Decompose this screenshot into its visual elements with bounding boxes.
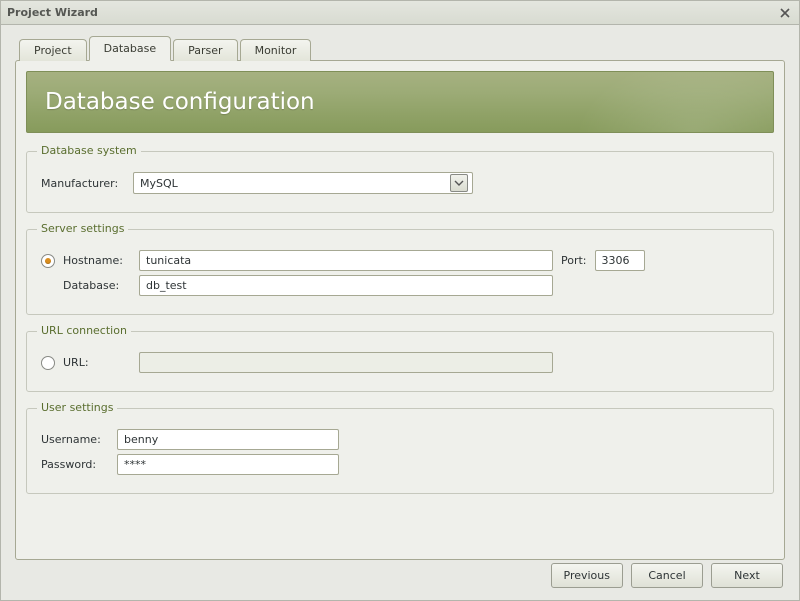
url-input[interactable] xyxy=(139,352,553,373)
manufacturer-select[interactable]: MySQL xyxy=(133,172,473,194)
radio-url-connection[interactable] xyxy=(41,356,55,370)
tab-bar: Project Database Parser Monitor xyxy=(15,35,785,60)
tab-parser[interactable]: Parser xyxy=(173,39,237,61)
group-title-server-settings: Server settings xyxy=(37,222,128,235)
next-button[interactable]: Next xyxy=(711,563,783,588)
username-input[interactable] xyxy=(117,429,339,450)
project-wizard-window: Project Wizard Project Database Parser M… xyxy=(0,0,800,601)
tab-database[interactable]: Database xyxy=(89,36,172,61)
database-input[interactable] xyxy=(139,275,553,296)
group-database-system: Database system Manufacturer: MySQL xyxy=(26,151,774,213)
radio-server-settings[interactable] xyxy=(41,254,55,268)
group-title-database-system: Database system xyxy=(37,144,141,157)
page-banner: Database configuration xyxy=(26,71,774,133)
password-label: Password: xyxy=(41,458,109,471)
hostname-input[interactable] xyxy=(139,250,553,271)
group-title-user-settings: User settings xyxy=(37,401,117,414)
window-title: Project Wizard xyxy=(7,6,777,19)
titlebar: Project Wizard xyxy=(1,1,799,25)
manufacturer-label: Manufacturer: xyxy=(41,177,125,190)
password-input[interactable] xyxy=(117,454,339,475)
group-title-url-connection: URL connection xyxy=(37,324,131,337)
group-server-settings: Server settings Hostname: Port: Database… xyxy=(26,229,774,315)
page-title: Database configuration xyxy=(45,89,315,115)
database-label: Database: xyxy=(63,279,131,292)
wizard-button-bar: Previous Cancel Next xyxy=(551,563,784,588)
chevron-down-icon[interactable] xyxy=(450,174,468,192)
hostname-label: Hostname: xyxy=(63,254,131,267)
port-label: Port: xyxy=(561,254,587,267)
tab-project[interactable]: Project xyxy=(19,39,87,61)
tab-monitor[interactable]: Monitor xyxy=(240,39,312,61)
cancel-button[interactable]: Cancel xyxy=(631,563,703,588)
url-label: URL: xyxy=(63,356,131,369)
group-url-connection: URL connection URL: xyxy=(26,331,774,392)
manufacturer-value: MySQL xyxy=(140,177,450,190)
group-user-settings: User settings Username: Password: xyxy=(26,408,774,494)
tab-panel: Database configuration Database system M… xyxy=(15,60,785,560)
close-icon[interactable] xyxy=(777,5,793,21)
port-input[interactable] xyxy=(595,250,645,271)
previous-button[interactable]: Previous xyxy=(551,563,624,588)
username-label: Username: xyxy=(41,433,109,446)
